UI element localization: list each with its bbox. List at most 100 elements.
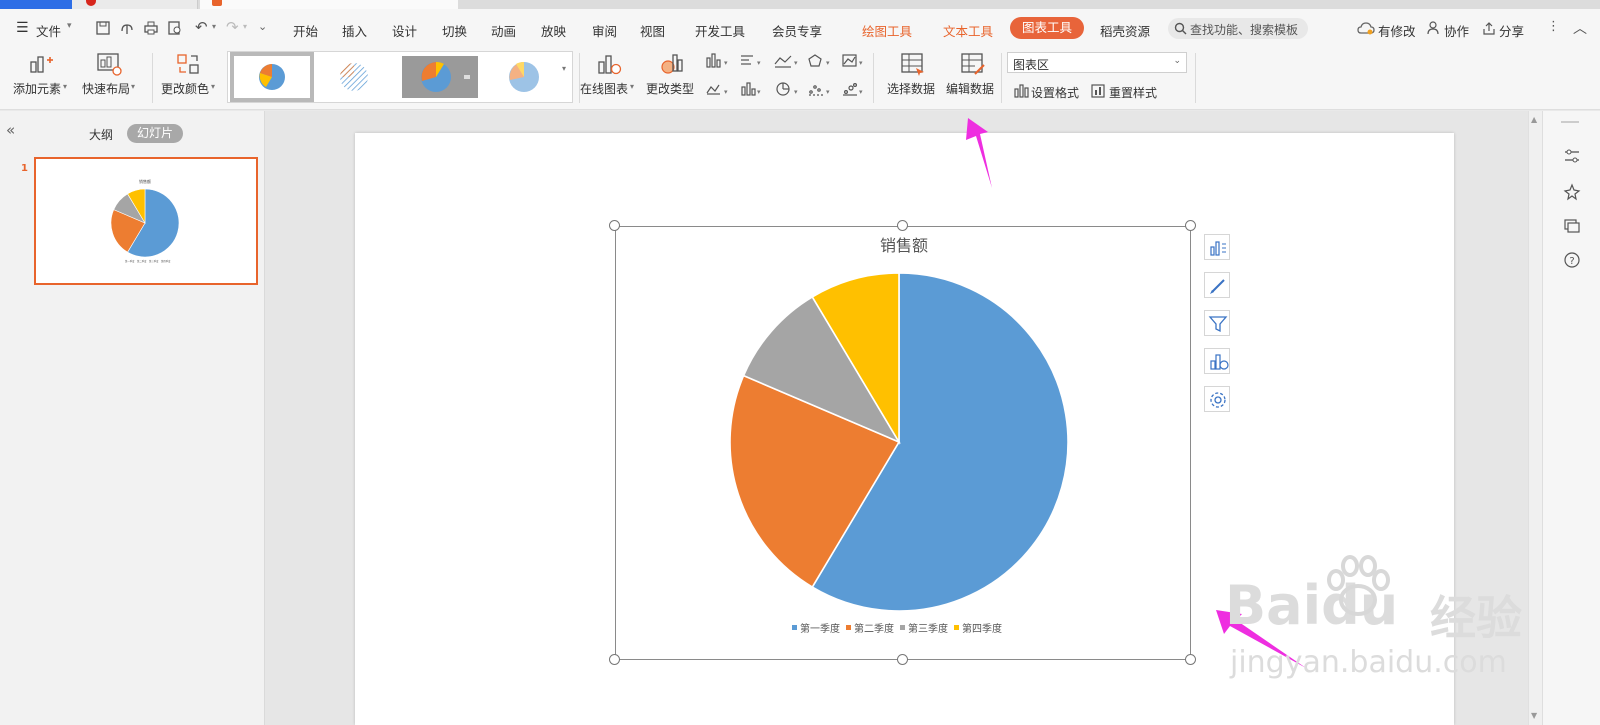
tab-daoke-resources[interactable]: 稻壳资源	[1100, 21, 1150, 40]
search-box[interactable]: 查找功能、搜索模板	[1168, 18, 1308, 39]
chart-elements-button[interactable]	[1204, 234, 1230, 260]
hamburger-icon[interactable]: ☰	[16, 20, 29, 36]
chevron-down-icon[interactable]: ▾	[67, 21, 72, 31]
pie-chart[interactable]: 销售额 第一季度 第二季度 第三季度 第四季度	[616, 227, 1192, 661]
online-chart-button[interactable]: 在线图表	[580, 80, 628, 97]
change-type-button[interactable]: 更改类型	[646, 80, 694, 97]
resize-handle[interactable]	[1185, 654, 1196, 665]
chevron-down-icon[interactable]: ▾	[211, 82, 215, 91]
quick-layout-button[interactable]: 快速布局	[82, 80, 130, 97]
resize-handle[interactable]	[897, 220, 908, 231]
tab-document[interactable]	[200, 0, 458, 9]
print-icon[interactable]	[143, 20, 159, 36]
legend-entry: 第三季度	[908, 622, 948, 635]
online-chart-side-button[interactable]	[1204, 348, 1230, 374]
tab-outline[interactable]: 大纲	[89, 126, 113, 143]
slides-icon[interactable]	[1563, 217, 1581, 235]
chart-settings-button[interactable]	[1204, 386, 1230, 412]
tab-home[interactable]	[0, 0, 72, 9]
svg-text:?: ?	[1569, 256, 1574, 267]
redo-icon[interactable]: ↷	[226, 18, 239, 36]
collapse-ribbon-icon[interactable]: ︿	[1573, 18, 1587, 38]
reset-style-button[interactable]: 重置样式	[1109, 84, 1157, 101]
tab-view[interactable]: 视图	[640, 21, 665, 40]
file-menu[interactable]: 文件	[36, 21, 61, 40]
chart-filter-button[interactable]	[1204, 310, 1230, 336]
undo-icon[interactable]: ↶	[195, 18, 208, 36]
rail-handle	[1561, 121, 1579, 123]
collaborate-icon	[1427, 21, 1439, 35]
set-format-button[interactable]: 设置格式	[1031, 84, 1079, 101]
cloud-sync-icon[interactable]	[119, 20, 135, 36]
edit-data-button[interactable]: 编辑数据	[946, 80, 994, 97]
svg-text:▾: ▾	[757, 59, 761, 67]
scroll-up-icon[interactable]: ▲	[1531, 115, 1537, 124]
chevron-down-icon[interactable]: ▾	[63, 82, 67, 91]
chevron-down-icon[interactable]: ▾	[131, 82, 135, 91]
divider	[1195, 53, 1196, 103]
collaborate-button[interactable]: 协作	[1444, 21, 1469, 40]
resize-handle[interactable]	[897, 654, 908, 665]
tab-transition[interactable]: 切换	[442, 21, 467, 40]
collapse-panel-icon[interactable]: «	[6, 121, 15, 139]
tab-start[interactable]: 开始	[293, 21, 318, 40]
tab-chart-tools[interactable]: 图表工具	[1010, 17, 1085, 39]
chart-element-select[interactable]: 图表区 ⌄	[1007, 52, 1187, 73]
chart-frame[interactable]: 销售额 第一季度 第二季度 第三季度 第四季度	[615, 226, 1191, 660]
tab-review[interactable]: 审阅	[592, 21, 617, 40]
tab-insert[interactable]: 插入	[342, 21, 367, 40]
select-data-button[interactable]: 选择数据	[887, 80, 935, 97]
chart-type-grid[interactable]: ▾ ▾ ▾ ▾ ▾ ▾ ▾ ▾ ▾ ▾	[705, 52, 865, 100]
help-icon[interactable]: ?	[1563, 251, 1581, 269]
add-element-button[interactable]: 添加元素	[13, 80, 61, 97]
legend-swatch	[900, 625, 905, 630]
chart-style-2[interactable]	[318, 56, 394, 98]
properties-icon[interactable]	[1563, 147, 1581, 165]
gallery-more-icon[interactable]: ▾	[562, 64, 566, 73]
chart-style-1[interactable]	[230, 52, 314, 102]
has-changes[interactable]: 有修改	[1378, 21, 1416, 40]
legend-swatch	[846, 625, 851, 630]
chevron-down-icon[interactable]: ▾	[243, 22, 247, 31]
resize-handle[interactable]	[609, 654, 620, 665]
share-button[interactable]: 分享	[1499, 21, 1524, 40]
tab-daoke[interactable]	[72, 0, 198, 9]
tab-slides[interactable]: 幻灯片	[127, 124, 184, 143]
chart-element-value: 图表区	[1013, 58, 1050, 72]
tab-member[interactable]: 会员专享	[772, 21, 822, 40]
resize-handle[interactable]	[1185, 220, 1196, 231]
chevron-down-icon[interactable]: ▾	[630, 82, 634, 91]
chart-style-button[interactable]	[1204, 272, 1230, 298]
tab-developer[interactable]: 开发工具	[695, 21, 745, 40]
watermark-paw-logo	[1327, 555, 1390, 616]
thumb-legend-entry: 第二季度	[137, 259, 147, 263]
divider	[152, 53, 153, 103]
svg-text:销售额: 销售额	[139, 178, 151, 184]
customize-toolbar-icon[interactable]: ⌄	[258, 20, 267, 33]
tab-text-tools[interactable]: 文本工具	[943, 21, 993, 40]
tab-drawing-tools[interactable]: 绘图工具	[862, 21, 912, 40]
svg-text:▾: ▾	[794, 88, 798, 96]
tab-slideshow[interactable]: 放映	[541, 21, 566, 40]
magic-icon[interactable]	[1563, 183, 1581, 201]
more-icon[interactable]: ⋮	[1547, 19, 1560, 34]
window-tab-strip	[0, 0, 1600, 9]
change-color-button[interactable]: 更改颜色	[161, 80, 209, 97]
slide-thumbnail-1[interactable]: 销售额 第一季度 第二季度 第三季度 第四季度	[34, 157, 258, 285]
chevron-down-icon[interactable]: ▾	[212, 22, 216, 31]
print-preview-icon[interactable]	[167, 20, 183, 36]
chart-style-4[interactable]	[486, 56, 562, 98]
tab-animation[interactable]: 动画	[491, 21, 516, 40]
chart-title[interactable]: 销售额	[880, 236, 928, 255]
chart-legend[interactable]: 第一季度 第二季度 第三季度 第四季度	[792, 622, 1002, 635]
scroll-down-icon[interactable]: ▼	[1531, 711, 1537, 720]
resize-handle[interactable]	[609, 220, 620, 231]
vertical-scrollbar[interactable]: ▲ ▼	[1528, 111, 1542, 725]
pie-slices[interactable]	[729, 272, 1069, 612]
share-icon	[1483, 22, 1495, 35]
legend-entry: 第二季度	[854, 622, 894, 635]
tab-design[interactable]: 设计	[392, 21, 417, 40]
chart-style-3[interactable]	[402, 56, 478, 98]
save-icon[interactable]	[95, 20, 111, 36]
format-icon	[1014, 84, 1029, 98]
